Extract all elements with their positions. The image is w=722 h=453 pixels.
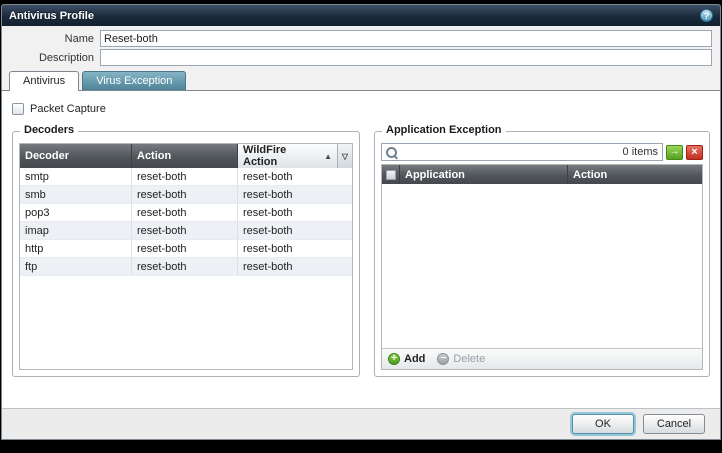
- packet-capture-checkbox[interactable]: [12, 103, 24, 115]
- tab-bar: Antivirus Virus Exception: [2, 68, 720, 90]
- dialog-footer: OK Cancel: [2, 408, 720, 439]
- sort-ascending-icon: ▲: [324, 152, 332, 161]
- application-column-header[interactable]: Application: [400, 165, 568, 184]
- delete-button[interactable]: − Delete: [437, 353, 485, 365]
- search-input[interactable]: [400, 145, 621, 159]
- action-cell: reset-both: [132, 258, 238, 275]
- table-row[interactable]: imap reset-both reset-both: [20, 222, 352, 240]
- wildfire-action-column-label-wrap: WildFire Action ▲: [238, 144, 337, 168]
- wildfire-action-column-label: WildFire Action: [243, 144, 320, 168]
- column-menu-button[interactable]: ▽: [337, 144, 352, 168]
- decoders-legend: Decoders: [20, 124, 78, 136]
- decoder-cell: http: [20, 240, 132, 257]
- clear-filter-button[interactable]: ×: [686, 145, 703, 160]
- application-search-box: 0 items: [381, 143, 663, 161]
- name-label: Name: [10, 33, 100, 45]
- add-button[interactable]: + Add: [388, 353, 425, 365]
- wildfire-action-cell: reset-both: [238, 186, 352, 203]
- decoder-cell: pop3: [20, 204, 132, 221]
- decoders-table-empty-area: [20, 276, 352, 369]
- decoder-column-header[interactable]: Decoder: [20, 144, 132, 168]
- ok-button[interactable]: OK: [572, 414, 634, 434]
- panels: Decoders Decoder Action WildFire Action …: [12, 131, 710, 377]
- name-input[interactable]: [100, 30, 712, 47]
- tab-antivirus[interactable]: Antivirus: [9, 71, 79, 91]
- tab-virus-exception[interactable]: Virus Exception: [82, 71, 186, 90]
- chevron-down-icon: ▽: [342, 152, 348, 161]
- profile-form: Name Description: [2, 26, 720, 68]
- add-button-label: Add: [404, 353, 425, 365]
- application-exception-table: Application Action + Add − Delete: [381, 164, 703, 370]
- table-row[interactable]: ftp reset-both reset-both: [20, 258, 352, 276]
- select-all-checkbox[interactable]: [386, 170, 396, 180]
- items-count: 0 items: [623, 146, 658, 158]
- table-row[interactable]: http reset-both reset-both: [20, 240, 352, 258]
- select-all-column-header: [382, 165, 400, 184]
- delete-button-label: Delete: [453, 353, 485, 365]
- antivirus-tab-content: Packet Capture Decoders Decoder Action W…: [2, 90, 720, 408]
- add-icon: +: [388, 353, 400, 365]
- action-cell: reset-both: [132, 168, 238, 185]
- action-column-header[interactable]: Action: [132, 144, 238, 168]
- decoders-table-body: smtp reset-both reset-both smb reset-bot…: [20, 168, 352, 276]
- application-action-column-header[interactable]: Action: [568, 165, 702, 184]
- search-icon: [385, 146, 398, 159]
- application-table-header: Application Action: [382, 165, 702, 184]
- description-row: Description: [10, 49, 712, 66]
- decoders-table: Decoder Action WildFire Action ▲ ▽: [19, 143, 353, 370]
- application-search-row: 0 items → ×: [381, 143, 703, 161]
- packet-capture-row: Packet Capture: [2, 91, 720, 115]
- application-table-actions: + Add − Delete: [382, 348, 702, 369]
- decoder-cell: ftp: [20, 258, 132, 275]
- description-input[interactable]: [100, 49, 712, 66]
- cancel-button[interactable]: Cancel: [643, 414, 705, 434]
- table-row[interactable]: pop3 reset-both reset-both: [20, 204, 352, 222]
- packet-capture-label: Packet Capture: [30, 103, 106, 115]
- table-row[interactable]: smb reset-both reset-both: [20, 186, 352, 204]
- wildfire-action-cell: reset-both: [238, 168, 352, 185]
- close-icon: ×: [691, 147, 697, 158]
- screen: Antivirus Profile ? Name Description Ant…: [0, 0, 722, 453]
- action-cell: reset-both: [132, 186, 238, 203]
- decoders-table-header: Decoder Action WildFire Action ▲ ▽: [20, 144, 352, 168]
- antivirus-profile-dialog: Antivirus Profile ? Name Description Ant…: [1, 4, 721, 440]
- action-cell: reset-both: [132, 222, 238, 239]
- decoders-fieldset: Decoders Decoder Action WildFire Action …: [12, 131, 360, 377]
- action-cell: reset-both: [132, 240, 238, 257]
- wildfire-action-column-header[interactable]: WildFire Action ▲ ▽: [238, 144, 352, 168]
- decoder-cell: imap: [20, 222, 132, 239]
- wildfire-action-cell: reset-both: [238, 204, 352, 221]
- wildfire-action-cell: reset-both: [238, 222, 352, 239]
- wildfire-action-cell: reset-both: [238, 240, 352, 257]
- dialog-titlebar: Antivirus Profile ?: [2, 5, 720, 26]
- action-cell: reset-both: [132, 204, 238, 221]
- delete-icon: −: [437, 353, 449, 365]
- dialog-title: Antivirus Profile: [9, 10, 94, 22]
- decoder-cell: smb: [20, 186, 132, 203]
- application-exception-fieldset: Application Exception 0 items → ×: [374, 131, 710, 377]
- name-row: Name: [10, 30, 712, 47]
- description-label: Description: [10, 52, 100, 64]
- decoder-cell: smtp: [20, 168, 132, 185]
- wildfire-action-cell: reset-both: [238, 258, 352, 275]
- apply-filter-button[interactable]: →: [666, 145, 683, 160]
- arrow-right-icon: →: [670, 147, 680, 157]
- application-table-empty-body: [382, 184, 702, 348]
- application-exception-legend: Application Exception: [382, 124, 506, 136]
- help-icon[interactable]: ?: [700, 9, 713, 22]
- table-row[interactable]: smtp reset-both reset-both: [20, 168, 352, 186]
